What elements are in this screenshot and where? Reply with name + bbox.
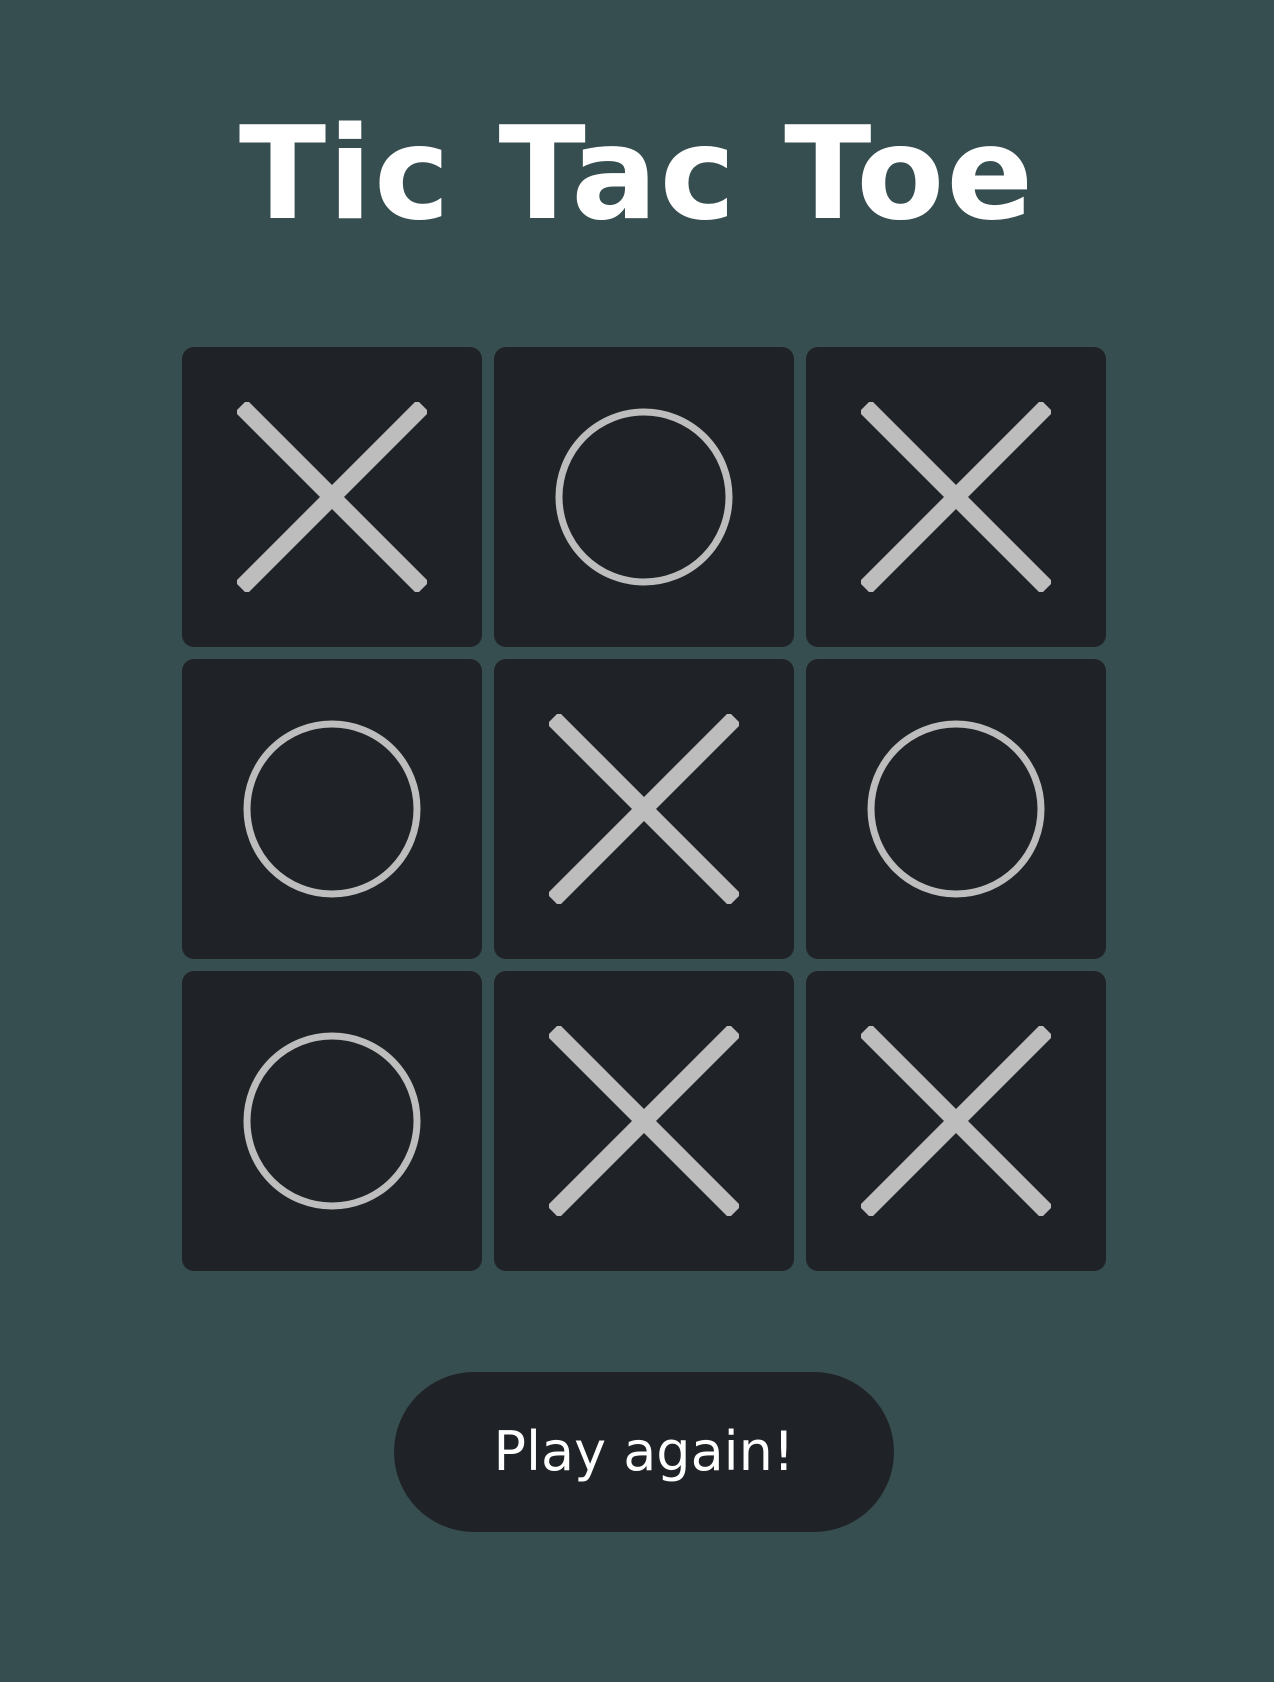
x-mark-icon bbox=[549, 714, 739, 904]
x-mark-icon bbox=[861, 402, 1051, 592]
x-mark-icon bbox=[549, 1026, 739, 1216]
o-mark-icon bbox=[867, 720, 1045, 898]
board-cell-3[interactable] bbox=[806, 347, 1106, 647]
board-cell-8[interactable] bbox=[494, 971, 794, 1271]
board-cell-1[interactable] bbox=[182, 347, 482, 647]
o-mark-icon bbox=[243, 1032, 421, 1210]
board-cell-9[interactable] bbox=[806, 971, 1106, 1271]
board-cell-6[interactable] bbox=[806, 659, 1106, 959]
board-cell-5[interactable] bbox=[494, 659, 794, 959]
board-cell-4[interactable] bbox=[182, 659, 482, 959]
board-cell-2[interactable] bbox=[494, 347, 794, 647]
o-mark-icon bbox=[243, 720, 421, 898]
o-mark-icon bbox=[555, 408, 733, 586]
x-mark-icon bbox=[237, 402, 427, 592]
page-title: Tic Tac Toe bbox=[238, 100, 1036, 249]
board-cell-7[interactable] bbox=[182, 971, 482, 1271]
play-again-button[interactable]: Play again! bbox=[394, 1372, 894, 1532]
x-mark-icon bbox=[861, 1026, 1051, 1216]
game-board bbox=[182, 347, 1107, 1272]
